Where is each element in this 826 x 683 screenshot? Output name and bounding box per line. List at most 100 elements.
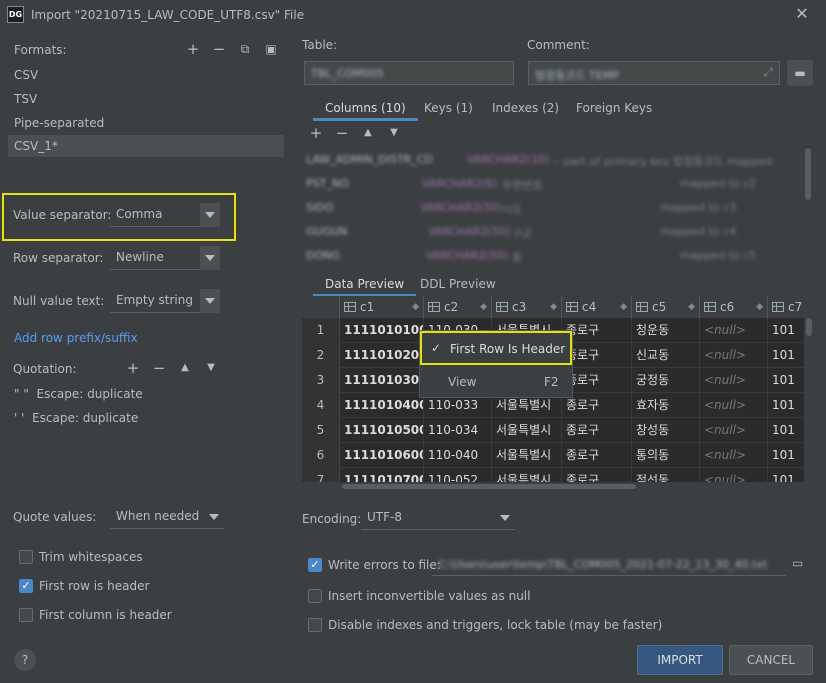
help-button[interactable]: ?	[14, 649, 36, 671]
table-cell[interactable]: 101	[768, 318, 804, 343]
table-cell[interactable]: 1111010400	[340, 393, 424, 418]
column-name[interactable]: LAW_ADMIN_DISTR_CD	[306, 153, 433, 166]
column-header-c5[interactable]: c5 ◆	[632, 296, 700, 318]
comment-bubble-icon[interactable]: ▬	[787, 60, 813, 86]
row-number[interactable]: 1	[302, 318, 340, 343]
table-cell[interactable]: 101	[768, 418, 804, 443]
table-cell[interactable]: 101	[768, 368, 804, 393]
table-cell[interactable]: 101	[768, 393, 804, 418]
table-cell[interactable]: 청운동	[632, 318, 700, 343]
table-cell[interactable]: <null>	[700, 343, 768, 368]
columns-scrollbar[interactable]	[805, 148, 811, 200]
remove-column-icon[interactable]: −	[335, 126, 349, 141]
format-item-tsv[interactable]: TSV	[8, 88, 284, 110]
row-number[interactable]: 5	[302, 418, 340, 443]
remove-format-icon[interactable]: −	[212, 42, 226, 57]
expand-icon[interactable]: ⤢	[763, 65, 773, 80]
trim-whitespaces-checkbox[interactable]	[19, 550, 33, 564]
quotation-item[interactable]: " " Escape: duplicate	[14, 387, 143, 401]
tab-keys[interactable]: Keys (1)	[412, 95, 485, 121]
table-cell[interactable]: 신교동	[632, 343, 700, 368]
table-cell[interactable]: <null>	[700, 468, 768, 482]
table-cell[interactable]: 효자동	[632, 393, 700, 418]
table-cell[interactable]: 서울특별시	[492, 443, 562, 468]
table-cell[interactable]: 궁정동	[632, 368, 700, 393]
table-cell[interactable]: <null>	[700, 318, 768, 343]
add-column-icon[interactable]: +	[309, 126, 323, 141]
sort-icon[interactable]: ◆	[412, 302, 419, 312]
column-header-c1[interactable]: c1 ◆	[340, 296, 424, 318]
first-column-header-checkbox[interactable]	[19, 608, 33, 622]
table-cell[interactable]: 101	[768, 343, 804, 368]
format-item-csv1[interactable]: CSV_1*	[8, 135, 284, 157]
row-number[interactable]: 6	[302, 443, 340, 468]
column-name[interactable]: GUGUN	[306, 225, 347, 238]
format-item-csv[interactable]: CSV	[8, 64, 284, 86]
table-cell[interactable]: 종로구	[562, 443, 632, 468]
comment-input[interactable]: 법정동코드 TEMP ⤢	[528, 61, 780, 85]
add-row-prefix-link[interactable]: Add row prefix/suffix	[14, 331, 138, 345]
remove-quotation-icon[interactable]: −	[152, 361, 166, 376]
table-cell[interactable]: <null>	[700, 443, 768, 468]
table-cell[interactable]: 1111010700	[340, 468, 424, 482]
sort-icon[interactable]: ◆	[550, 302, 557, 312]
table-name-input[interactable]: TBL_COM005	[304, 61, 514, 85]
table-cell[interactable]: 1111010500	[340, 418, 424, 443]
column-header-c2[interactable]: c2 ◆	[424, 296, 492, 318]
close-icon[interactable]: ✕	[793, 5, 811, 23]
table-cell[interactable]: 적선동	[632, 468, 700, 482]
column-name[interactable]: PST_NO	[306, 177, 349, 190]
tab-ddl-preview[interactable]: DDL Preview	[408, 271, 508, 297]
encoding-dropdown[interactable]: UTF-8	[361, 506, 515, 530]
column-header-c3[interactable]: c3 ◆	[492, 296, 562, 318]
sort-icon[interactable]: ◆	[620, 302, 627, 312]
tab-columns[interactable]: Columns (10)	[313, 95, 418, 121]
write-errors-checkbox[interactable]: ✓	[308, 558, 322, 572]
table-cell[interactable]: 통의동	[632, 443, 700, 468]
column-header-c7[interactable]: c7	[768, 296, 804, 318]
move-up-icon[interactable]: ▲	[178, 361, 192, 375]
tab-data-preview[interactable]: Data Preview	[313, 271, 417, 297]
table-cell[interactable]: 1111010100	[340, 318, 424, 343]
column-header-c6[interactable]: c6 ◆	[700, 296, 768, 318]
column-header-c4[interactable]: c4 ◆	[562, 296, 632, 318]
quotation-item[interactable]: ' ' Escape: duplicate	[14, 411, 138, 425]
disable-indexes-checkbox[interactable]	[308, 618, 322, 632]
move-down-icon[interactable]: ▼	[387, 126, 401, 140]
table-cell[interactable]: 1111010600	[340, 443, 424, 468]
table-cell[interactable]: 종로구	[562, 468, 632, 482]
view-menu-item[interactable]: View F2	[420, 369, 572, 395]
add-quotation-icon[interactable]: +	[126, 361, 140, 376]
table-cell[interactable]: 1111010300	[340, 368, 424, 393]
move-down-icon[interactable]: ▼	[204, 361, 218, 375]
first-row-header-checkbox[interactable]: ✓	[19, 579, 33, 593]
insert-inconvertible-checkbox[interactable]	[308, 589, 322, 603]
errors-path-field[interactable]: C:\Users\user\temp\TBL_COM005_2021-07-22…	[432, 552, 786, 576]
folder-icon[interactable]: ▭	[792, 556, 808, 570]
table-cell[interactable]: <null>	[700, 393, 768, 418]
grid-vertical-scrollbar[interactable]	[806, 318, 812, 336]
format-item-pipe[interactable]: Pipe-separated	[8, 112, 284, 134]
table-cell[interactable]: 서울특별시	[492, 418, 562, 443]
table-cell[interactable]: 110-052	[424, 468, 492, 482]
table-cell[interactable]: 창성동	[632, 418, 700, 443]
row-number[interactable]: 4	[302, 393, 340, 418]
import-button[interactable]: IMPORT	[637, 645, 723, 675]
table-cell[interactable]: 101	[768, 468, 804, 482]
row-number[interactable]: 2	[302, 343, 340, 368]
tab-foreign-keys[interactable]: Foreign Keys	[564, 95, 664, 121]
table-cell[interactable]: 서울특별시	[492, 468, 562, 482]
save-format-icon[interactable]: ▣	[264, 42, 278, 56]
first-row-header-menu-item[interactable]: ✓ First Row Is Header	[420, 331, 572, 365]
sort-icon[interactable]: ◆	[756, 302, 763, 312]
table-cell[interactable]: 101	[768, 443, 804, 468]
tab-indexes[interactable]: Indexes (2)	[480, 95, 571, 121]
row-number[interactable]: 3	[302, 368, 340, 393]
column-name[interactable]: SIDO	[306, 201, 333, 214]
value-separator-dropdown[interactable]: Comma	[110, 203, 220, 227]
table-cell[interactable]: 110-040	[424, 443, 492, 468]
table-cell[interactable]: 110-034	[424, 418, 492, 443]
sort-icon[interactable]: ◆	[688, 302, 695, 312]
add-format-icon[interactable]: +	[186, 42, 200, 57]
copy-format-icon[interactable]: ⧉	[238, 42, 252, 56]
